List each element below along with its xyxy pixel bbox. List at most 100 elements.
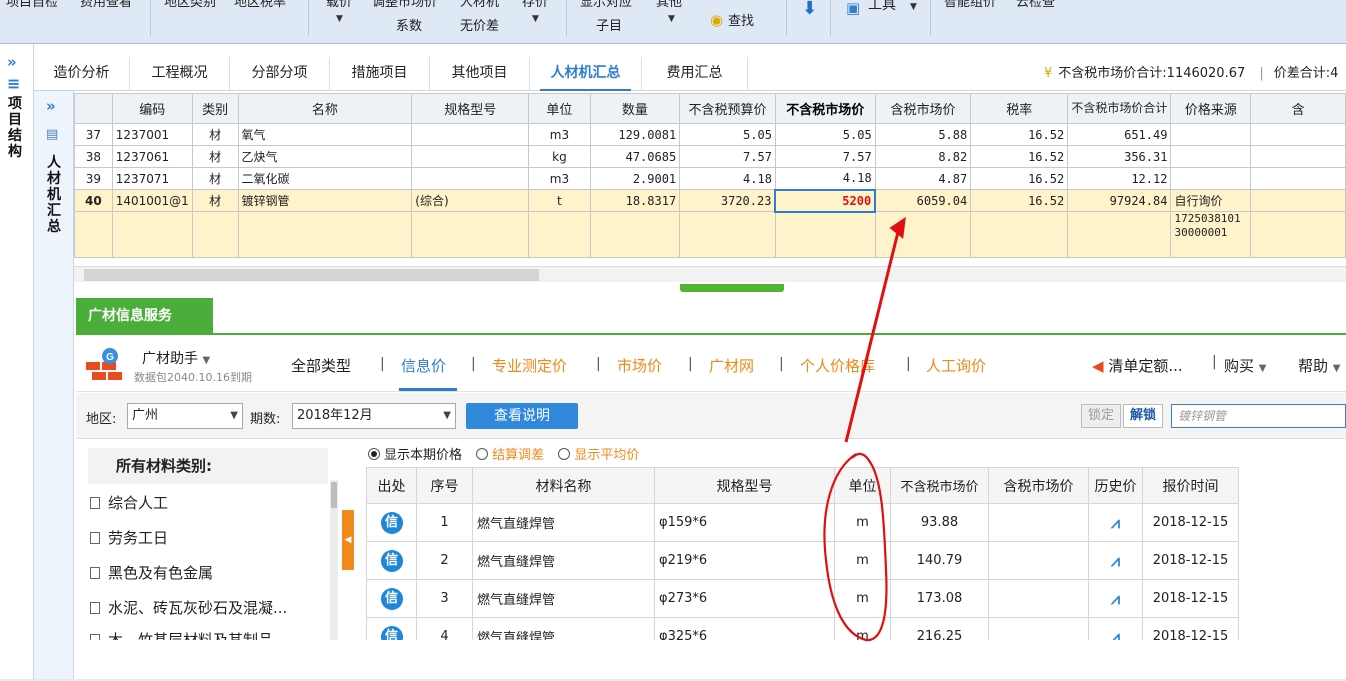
cell-name[interactable]: 乙炔气: [237, 145, 413, 168]
table-row[interactable]: 信 2 燃气直缝焊管 φ219*6 m 140.79 ⩘ 2018-12-15: [366, 541, 1239, 580]
cell-qty[interactable]: 129.0081: [589, 123, 681, 146]
ribbon-region-type[interactable]: 地区类别: [164, 0, 216, 10]
cell-spec[interactable]: [411, 167, 530, 190]
table-row-selected[interactable]: 40 1401001@1 材 镀锌钢管 (综合) t 18.8317 3720.…: [74, 188, 1346, 213]
cell-unit[interactable]: m3: [528, 167, 591, 190]
cell-rate[interactable]: 16.52: [970, 145, 1069, 168]
category-item[interactable]: 劳务工日: [90, 527, 330, 548]
radio-settlement[interactable]: [476, 448, 489, 460]
project-structure-label[interactable]: 项目结构: [7, 96, 23, 160]
table-row[interactable]: 37 1237001 材 氧气 m3 129.0081 5.05 5.05 5.…: [74, 123, 1346, 146]
cell-tax-market[interactable]: 4.87: [874, 167, 972, 190]
trend-chart-icon[interactable]: ⩘: [1111, 551, 1120, 570]
tab-sub-items[interactable]: 分部分项: [230, 57, 330, 90]
cell-market[interactable]: [774, 211, 876, 258]
col-header-extra[interactable]: 含: [1250, 93, 1346, 124]
cell-source[interactable]: [1170, 167, 1252, 190]
cell-name[interactable]: 二氧化碳: [237, 167, 413, 190]
ribbon-adjust-market[interactable]: 调整市场价: [372, 0, 437, 10]
price-tab-professional[interactable]: 专业测定价: [492, 355, 567, 376]
cell-type[interactable]: 材: [191, 145, 239, 168]
col-header-spec[interactable]: 规格型号: [411, 93, 530, 124]
assistant-dropdown[interactable]: 广材助手 ▼: [142, 348, 210, 368]
ribbon-find[interactable]: 查找: [728, 14, 754, 29]
col-header-history[interactable]: 历史价: [1088, 467, 1143, 504]
cell-rate[interactable]: 16.52: [970, 189, 1069, 212]
quota-button[interactable]: ◀ 清单定额...: [1092, 355, 1183, 376]
tab-measures[interactable]: 措施项目: [330, 57, 430, 90]
category-scrollbar[interactable]: [330, 480, 338, 640]
col-header-index[interactable]: 序号: [416, 467, 473, 504]
cell-rate[interactable]: 16.52: [970, 167, 1069, 190]
cell-qty[interactable]: [589, 211, 681, 258]
collapse-panel-handle[interactable]: ◀: [342, 510, 354, 570]
table-row[interactable]: 39 1237071 材 二氧化碳 m3 2.9001 4.18 4.18 4.…: [74, 167, 1346, 190]
cell-unit[interactable]: m3: [528, 123, 591, 146]
cell-budget[interactable]: 5.05: [679, 123, 776, 146]
tab-fee-summary[interactable]: 费用汇总: [642, 57, 748, 90]
cell-name[interactable]: [237, 211, 413, 258]
table-row[interactable]: 38 1237061 材 乙炔气 kg 47.0685 7.57 7.57 8.…: [74, 145, 1346, 168]
ribbon-project-check[interactable]: 项目自检: [6, 0, 58, 10]
guangcai-title[interactable]: 广材信息服务: [76, 298, 213, 334]
price-tab-market[interactable]: 市场价: [617, 355, 662, 376]
col-header[interactable]: [74, 93, 113, 124]
category-item[interactable]: 水泥、砖瓦灰砂石及混凝...: [90, 597, 330, 618]
material-search-input[interactable]: 镀锌钢管: [1171, 404, 1346, 428]
cell-tax-market[interactable]: [874, 211, 972, 258]
cell-budget[interactable]: 3720.23: [679, 189, 776, 212]
ribbon-rcj-nodiff[interactable]: 人材机: [460, 0, 499, 10]
info-badge-icon[interactable]: 信: [380, 549, 403, 572]
ribbon-save-price[interactable]: 存价: [522, 0, 548, 10]
col-header-type[interactable]: 类别: [191, 93, 239, 124]
cell-type[interactable]: 材: [191, 189, 239, 212]
tab-project-overview[interactable]: 工程概况: [130, 57, 230, 90]
cell-spec[interactable]: (综合): [411, 189, 530, 212]
panel-splitter-handle[interactable]: [680, 284, 784, 292]
ribbon-smart-price[interactable]: 智能组价: [944, 0, 996, 10]
tab-other-items[interactable]: 其他项目: [430, 57, 530, 90]
cell-name[interactable]: 氧气: [237, 123, 413, 146]
radio-current-price[interactable]: [368, 448, 380, 460]
lock-button[interactable]: 锁定: [1081, 404, 1121, 428]
col-header-rate[interactable]: 税率: [970, 93, 1069, 124]
col-header-market[interactable]: 不含税市场价: [774, 93, 876, 124]
rcj-summary-label[interactable]: 人材机汇总: [46, 155, 62, 235]
table-row[interactable]: 信 3 燃气直缝焊管 φ273*6 m 173.08 ⩘ 2018-12-15: [366, 579, 1239, 618]
arrow-down-icon[interactable]: ⬇: [802, 0, 817, 19]
expand-chevron-icon[interactable]: »: [7, 53, 17, 71]
col-header-source[interactable]: 价格来源: [1170, 93, 1252, 124]
cell-qty[interactable]: 2.9001: [589, 167, 681, 190]
help-dropdown[interactable]: 帮助 ▼: [1298, 355, 1341, 376]
info-badge-icon[interactable]: 信: [380, 625, 403, 640]
ribbon-cost-view[interactable]: 费用查看: [80, 0, 132, 10]
col-header-budget[interactable]: 不含税预算价: [679, 93, 776, 124]
view-explanation-button[interactable]: 查看说明: [466, 403, 578, 429]
trend-chart-icon[interactable]: ⩘: [1111, 589, 1120, 608]
table-row[interactable]: 1725038101 30000001: [74, 211, 1346, 258]
cell-qty[interactable]: 18.8317: [589, 189, 681, 212]
radio-average-price[interactable]: [558, 448, 571, 460]
price-tab-all[interactable]: 全部类型: [291, 355, 351, 376]
cell-type[interactable]: 材: [191, 167, 239, 190]
col-header-code[interactable]: 编码: [111, 93, 193, 124]
cell-code[interactable]: 1237071: [111, 167, 193, 190]
menu-icon[interactable]: ≡: [7, 74, 20, 93]
ribbon-other[interactable]: 其他: [656, 0, 682, 10]
cell-spec[interactable]: [411, 123, 530, 146]
trend-chart-icon[interactable]: ⩘: [1111, 627, 1120, 641]
buy-dropdown[interactable]: 购买 ▼: [1224, 355, 1267, 376]
col-header-source[interactable]: 出处: [366, 467, 417, 504]
cell-market[interactable]: 4.18: [774, 167, 876, 190]
col-header-qty[interactable]: 数量: [589, 93, 681, 124]
cell-code[interactable]: 1237061: [111, 145, 193, 168]
ribbon-tools[interactable]: 工具: [868, 0, 896, 13]
ribbon-cloud-check[interactable]: 云检查: [1016, 0, 1055, 10]
cell-budget[interactable]: 4.18: [679, 167, 776, 190]
cell-source[interactable]: 自行询价: [1170, 189, 1252, 212]
cell-tax-market[interactable]: 6059.04: [874, 189, 972, 212]
col-header-quote-time[interactable]: 报价时间: [1142, 467, 1239, 504]
table-row[interactable]: 信 4 燃气直缝焊管 φ325*6 m 216.25 ⩘ 2018-12-15: [366, 617, 1239, 641]
col-header-material-name[interactable]: 材料名称: [472, 467, 655, 504]
col-header-total[interactable]: 不含税市场价合计: [1067, 93, 1172, 124]
